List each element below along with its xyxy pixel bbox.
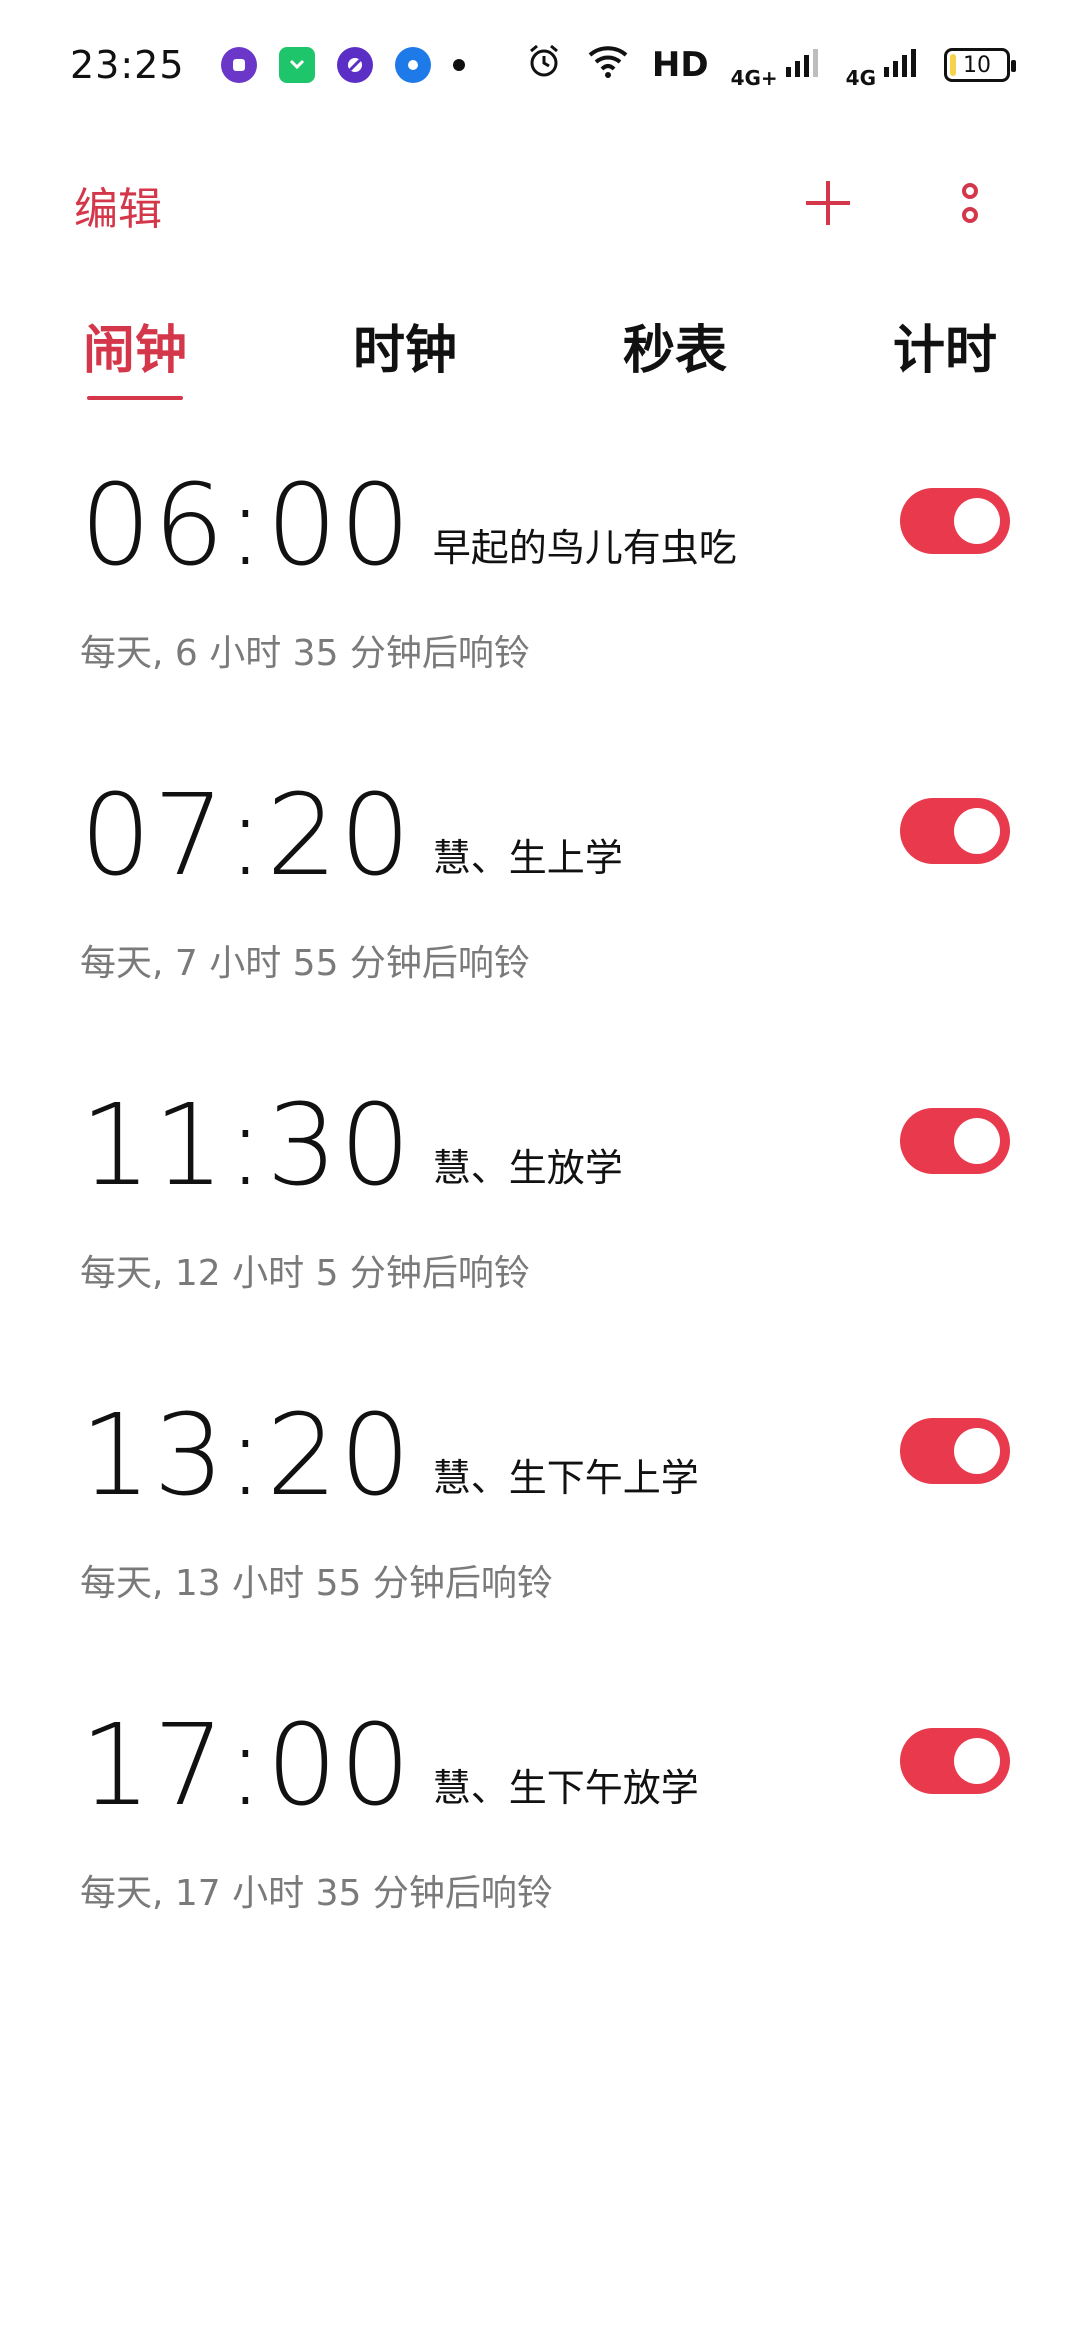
alarm-label: 慧、生上学 (432, 836, 623, 880)
toggle-knob (954, 498, 1000, 544)
alarm-time: 11:30 (80, 1081, 413, 1211)
alarm-description: 每天, 13 小时 55 分钟后响铃 (80, 1563, 553, 1604)
signal-1-label: 4G+ (730, 65, 778, 90)
more-options-button[interactable] (934, 169, 1006, 241)
alarm-toggle[interactable] (900, 1728, 1010, 1794)
alarm-item[interactable]: 11:30 慧、生放学 每天, 12 小时 5 分钟后响铃 (0, 1090, 1080, 1400)
alarm-label: 慧、生放学 (432, 1146, 623, 1190)
alarm-time: 07:20 (80, 771, 413, 901)
alarm-time: 06:00 (80, 461, 413, 591)
battery-text: 10 (963, 52, 991, 78)
alarm-label: 慧、生下午放学 (432, 1766, 699, 1810)
signal-1: 4G+ (731, 43, 824, 88)
signal-2: 4G (846, 43, 922, 88)
toggle-knob (954, 1738, 1000, 1784)
purple-app-icon (220, 47, 257, 83)
alarm-item[interactable]: 07:20 慧、生上学 每天, 7 小时 55 分钟后响铃 (0, 780, 1080, 1090)
alarm-description: 每天, 17 小时 35 分钟后响铃 (80, 1873, 553, 1914)
signal-bars-2-icon (882, 43, 922, 88)
alarm-label: 早起的鸟儿有虫吃 (432, 526, 737, 570)
alarm-item[interactable]: 06:00 早起的鸟儿有虫吃 每天, 6 小时 35 分钟后响铃 (0, 470, 1080, 780)
status-time: 23:25 (70, 43, 185, 87)
alarm-description: 每天, 7 小时 55 分钟后响铃 (80, 943, 530, 984)
moon-app-icon (336, 47, 373, 83)
edit-button[interactable]: 编辑 (74, 173, 162, 237)
top-bar: 编辑 (0, 150, 1080, 260)
battery-fill (950, 54, 956, 76)
status-bar: 23:25 HD 4G+ 4G 10 (0, 0, 1080, 130)
alarm-toggle[interactable] (900, 1108, 1010, 1174)
blue-app-icon (394, 47, 431, 83)
status-right: HD 4G+ 4G 10 (524, 41, 1016, 90)
toggle-knob (954, 1428, 1000, 1474)
alarm-description: 每天, 6 小时 35 分钟后响铃 (80, 633, 530, 674)
alarm-list: 06:00 早起的鸟儿有虫吃 每天, 6 小时 35 分钟后响铃 07:20 慧… (0, 470, 1080, 2020)
tab-bar: 闹钟 时钟 秒表 计时 (0, 300, 1080, 420)
signal-2-label: 4G (845, 65, 876, 90)
signal-bars-1-icon (784, 43, 824, 88)
add-alarm-button[interactable] (792, 169, 864, 241)
alarm-label: 慧、生下午上学 (432, 1456, 699, 1500)
green-app-icon (278, 47, 315, 83)
alarm-item[interactable]: 17:00 慧、生下午放学 每天, 17 小时 35 分钟后响铃 (0, 1710, 1080, 2020)
alarm-item[interactable]: 13:20 慧、生下午上学 每天, 13 小时 55 分钟后响铃 (0, 1400, 1080, 1710)
alarm-toggle[interactable] (900, 488, 1010, 554)
alarm-time: 13:20 (80, 1391, 413, 1521)
tab-alarm[interactable]: 闹钟 (0, 300, 270, 420)
tab-clock[interactable]: 时钟 (270, 300, 540, 420)
top-actions (792, 169, 1006, 241)
tab-timer[interactable]: 计时 (810, 300, 1080, 420)
clock-app: 23:25 HD 4G+ 4G 10 编辑 闹钟 时钟 秒表 计时 06:00 … (0, 0, 1080, 2340)
network-hd-text: HD (651, 45, 709, 85)
more-notifications-dot (452, 59, 465, 71)
alarm-icon (524, 41, 564, 90)
alarm-description: 每天, 12 小时 5 分钟后响铃 (80, 1253, 530, 1294)
battery-indicator: 10 (944, 48, 1016, 82)
more-vertical-icon (958, 177, 982, 233)
tab-stopwatch[interactable]: 秒表 (540, 300, 810, 420)
plus-icon (802, 177, 854, 233)
notification-icons (220, 47, 465, 83)
toggle-knob (954, 1118, 1000, 1164)
toggle-knob (954, 808, 1000, 854)
alarm-toggle[interactable] (900, 1418, 1010, 1484)
alarm-time: 17:00 (80, 1701, 413, 1831)
wifi-icon (586, 41, 630, 90)
alarm-toggle[interactable] (900, 798, 1010, 864)
